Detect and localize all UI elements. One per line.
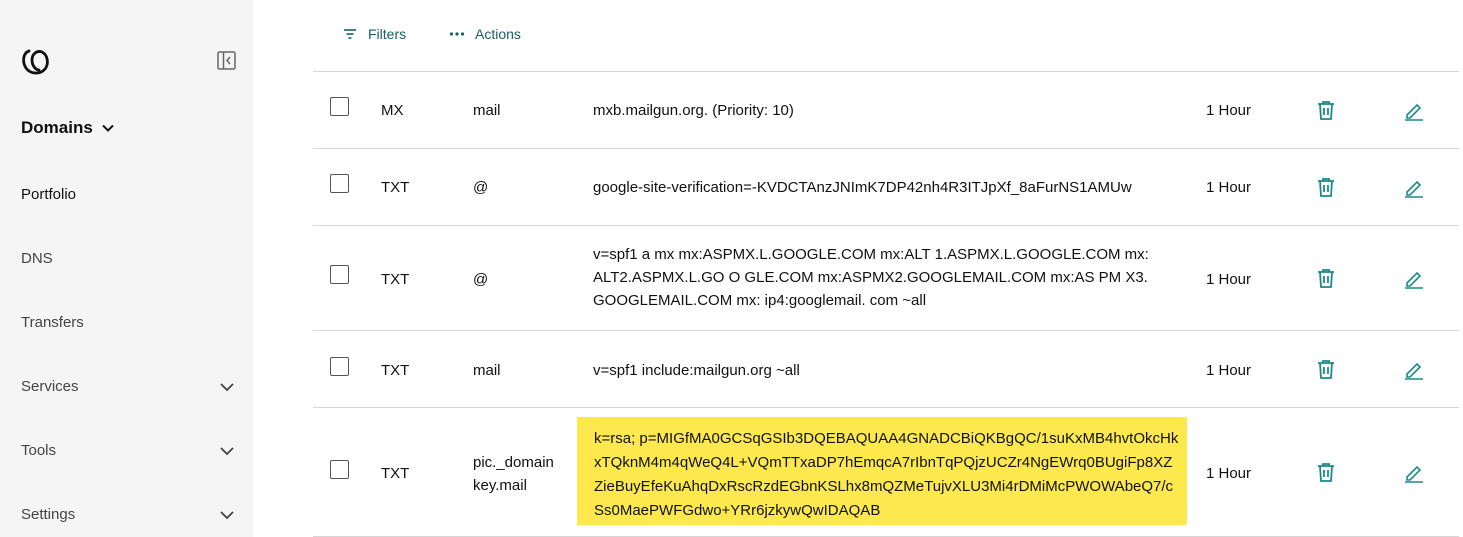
chevron-down-icon xyxy=(220,510,234,519)
actions-label: Actions xyxy=(475,26,521,42)
row-checkbox[interactable] xyxy=(330,174,349,193)
record-ttl: 1 Hour xyxy=(1206,102,1252,119)
record-ttl: 1 Hour xyxy=(1206,271,1252,288)
record-type: MX xyxy=(381,102,404,119)
record-value: v=spf1 a mx mx:ASPMX.L.GOOGLE.COM mx:ALT… xyxy=(593,246,1149,309)
record-type: TXT xyxy=(381,271,410,288)
sidebar-item-label: Tools xyxy=(21,442,57,459)
sidebar: Domains Portfolio DNS Transfers Services… xyxy=(0,0,253,537)
godaddy-logo-icon[interactable] xyxy=(20,47,50,77)
highlighted-value-box: k=rsa; p=MIGfMA0GCSqGSIb3DQEBAQUAA4GNADC… xyxy=(577,417,1187,525)
sidebar-collapse-icon[interactable] xyxy=(217,51,236,70)
sidebar-item-label: Services xyxy=(21,378,79,395)
trash-icon[interactable] xyxy=(1315,358,1337,380)
record-ttl: 1 Hour xyxy=(1206,179,1252,196)
record-type: TXT xyxy=(381,179,410,196)
table-row: TXT pic._domainkey.mail k=rsa; p=MIGfMA0… xyxy=(313,408,1459,536)
more-horizontal-icon xyxy=(449,32,465,36)
record-ttl: 1 Hour xyxy=(1206,362,1252,379)
record-value: v=spf1 include:mailgun.org ~all xyxy=(593,362,800,379)
record-name: mail xyxy=(473,102,501,119)
pencil-icon[interactable] xyxy=(1403,176,1425,198)
sidebar-item-dns[interactable]: DNS xyxy=(21,250,239,267)
table-row: TXT @ google-site-verification=-KVDCTAnz… xyxy=(313,149,1459,225)
table-row: MX mail mxb.mailgun.org. (Priority: 10) … xyxy=(313,72,1459,148)
sidebar-item-transfers[interactable]: Transfers xyxy=(21,314,239,331)
row-checkbox[interactable] xyxy=(330,97,349,116)
record-name: mail xyxy=(473,362,501,379)
record-value: k=rsa; p=MIGfMA0GCSqGSIb3DQEBAQUAA4GNADC… xyxy=(594,430,1179,519)
trash-icon[interactable] xyxy=(1315,461,1337,483)
pencil-icon[interactable] xyxy=(1403,267,1425,289)
domains-title: Domains xyxy=(21,118,93,137)
chevron-down-icon xyxy=(220,446,234,455)
row-checkbox[interactable] xyxy=(330,460,349,479)
trash-icon[interactable] xyxy=(1315,176,1337,198)
actions-button[interactable]: Actions xyxy=(449,26,521,42)
record-value: google-site-verification=-KVDCTAnzJNImK7… xyxy=(593,179,1132,196)
filters-button[interactable]: Filters xyxy=(342,26,406,42)
trash-icon[interactable] xyxy=(1315,99,1337,121)
sidebar-item-portfolio[interactable]: Portfolio xyxy=(21,186,239,203)
record-value: mxb.mailgun.org. (Priority: 10) xyxy=(593,102,794,119)
domains-menu-toggle[interactable]: Domains xyxy=(21,118,115,138)
table-row: TXT @ v=spf1 a mx mx:ASPMX.L.GOOGLE.COM … xyxy=(313,226,1459,330)
record-name: pic._domainkey.mail xyxy=(473,454,554,494)
row-checkbox[interactable] xyxy=(330,265,349,284)
record-name: @ xyxy=(473,179,489,196)
sidebar-item-label: Transfers xyxy=(21,314,84,331)
row-checkbox[interactable] xyxy=(330,357,349,376)
trash-icon[interactable] xyxy=(1315,267,1337,289)
record-type: TXT xyxy=(381,362,410,379)
filters-label: Filters xyxy=(368,26,407,42)
pencil-icon[interactable] xyxy=(1403,358,1425,380)
chevron-down-icon xyxy=(220,382,234,391)
filter-icon xyxy=(344,29,356,39)
sidebar-item-settings[interactable]: Settings xyxy=(21,506,239,523)
sidebar-item-label: Settings xyxy=(21,506,76,523)
record-type: TXT xyxy=(381,465,410,482)
sidebar-item-label: Portfolio xyxy=(21,186,77,203)
sidebar-item-services[interactable]: Services xyxy=(21,378,239,395)
record-ttl: 1 Hour xyxy=(1206,465,1252,482)
record-name: @ xyxy=(473,271,489,288)
pencil-icon[interactable] xyxy=(1403,461,1425,483)
table-row: TXT mail v=spf1 include:mailgun.org ~all… xyxy=(313,331,1459,407)
pencil-icon[interactable] xyxy=(1403,99,1425,121)
sidebar-item-tools[interactable]: Tools xyxy=(21,442,239,459)
chevron-down-icon xyxy=(102,124,114,132)
sidebar-item-label: DNS xyxy=(21,250,53,267)
